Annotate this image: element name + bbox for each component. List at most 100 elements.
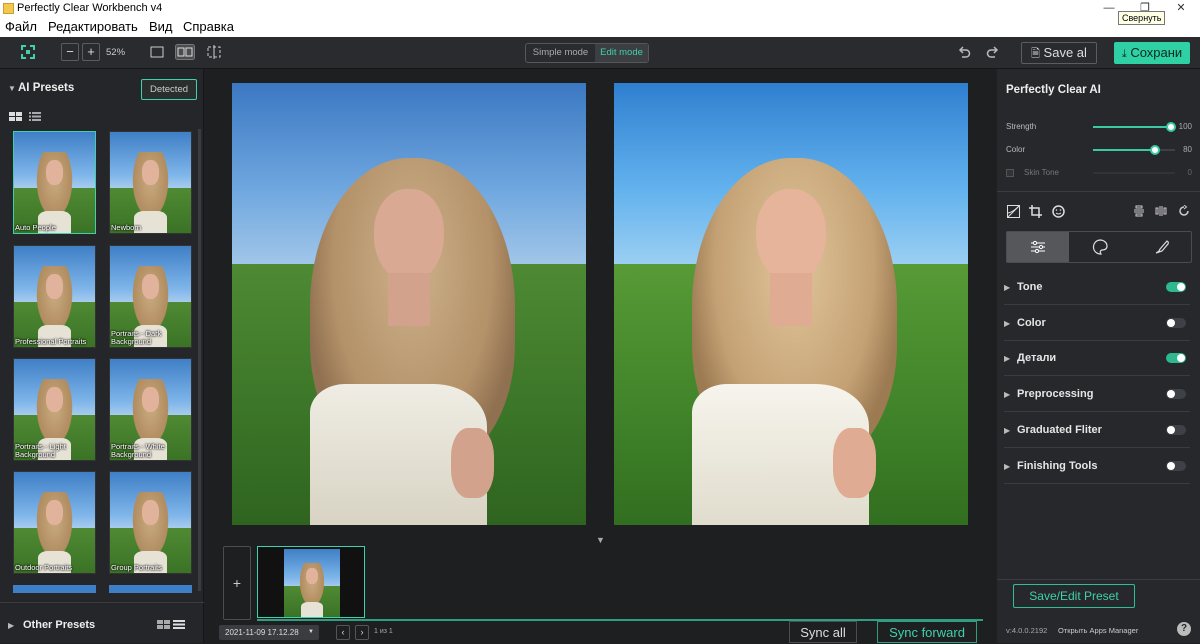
details-toggle[interactable] — [1166, 353, 1186, 363]
sync-all-button[interactable]: Sync all — [789, 621, 857, 643]
sync-forward-button[interactable]: Sync forward — [877, 621, 977, 643]
list-view-icon[interactable] — [29, 112, 41, 121]
grid-view-icon[interactable] — [157, 620, 170, 629]
section-label: Color — [1017, 317, 1046, 329]
save-edit-preset-button[interactable]: Save/Edit Preset — [1013, 584, 1135, 608]
collapse-arrow-icon[interactable]: ▼ — [8, 84, 16, 93]
preset-label: Newborn — [111, 223, 142, 232]
other-presets-title[interactable]: Other Presets — [23, 619, 95, 631]
timestamp: 2021-11-09 17.12.28 — [225, 628, 299, 637]
slider-knob[interactable] — [1150, 145, 1161, 155]
preset-portraits-light[interactable]: Portraits - Light Background — [13, 358, 96, 461]
rotate-icon[interactable] — [1178, 205, 1190, 217]
sort-dropdown[interactable]: 2021-11-09 17.12.28 ▼ — [219, 625, 319, 640]
help-icon[interactable]: ? — [1177, 622, 1191, 636]
section-details[interactable]: ▶ Детали — [1004, 341, 1190, 376]
palette-icon — [1092, 239, 1108, 255]
preview-area: ▼ + 2021-11-09 17.12.28 ▼ ‹ › 1 из 1 Syn… — [205, 69, 996, 643]
adjustment-tabs — [1006, 231, 1192, 263]
menu-view[interactable]: Вид — [149, 19, 173, 34]
skin-tone-slider[interactable]: Skin Tone 0 — [1006, 166, 1192, 180]
crop-icon[interactable] — [1029, 205, 1042, 218]
slider-knob[interactable] — [1165, 122, 1176, 132]
save-all-button[interactable]: 🗎 Save al — [1021, 42, 1097, 64]
section-label: Tone — [1017, 281, 1043, 293]
color-toggle[interactable] — [1166, 318, 1186, 328]
filmstrip-scrollbar[interactable] — [257, 619, 983, 621]
preset-portraits-dark[interactable]: Portraits - Dark Background — [109, 245, 192, 348]
original-photo[interactable] — [232, 83, 586, 525]
flip-horizontal-icon[interactable] — [1155, 205, 1167, 217]
edit-mode-button[interactable]: Edit mode — [595, 44, 648, 62]
expand-arrow-icon: ▶ — [1004, 390, 1011, 399]
preset-group-portraits[interactable]: Group Portraits — [109, 471, 192, 574]
window-title: Perfectly Clear Workbench v4 — [17, 2, 163, 14]
skin-tone-checkbox[interactable] — [1006, 169, 1014, 177]
preset-auto-people[interactable]: Auto People — [13, 131, 96, 234]
redo-icon[interactable] — [986, 46, 1000, 60]
apps-manager-link[interactable]: Открыть Apps Manager — [1058, 626, 1138, 635]
section-finishing-tools[interactable]: ▶ Finishing Tools — [1004, 449, 1190, 484]
slider-label: Skin Tone — [1024, 168, 1059, 177]
preset-newborn[interactable]: Newborn — [109, 131, 192, 234]
simple-mode-button[interactable]: Simple mode — [526, 44, 595, 62]
slider-label: Strength — [1006, 122, 1037, 131]
app-icon — [3, 3, 14, 14]
zoom-out-button[interactable]: − — [61, 43, 79, 61]
add-image-button[interactable]: + — [223, 546, 251, 620]
prev-page-button[interactable]: ‹ — [336, 625, 350, 640]
undo-icon[interactable] — [957, 46, 971, 60]
toolbar: − + 52% Simple mode Edit mode 🗎 Save al … — [0, 37, 1200, 69]
filmstrip-thumbnail[interactable] — [257, 546, 365, 618]
menu-edit[interactable]: Редактировать — [48, 19, 138, 34]
graduated-filter-toggle[interactable] — [1166, 425, 1186, 435]
download-icon: ⤓ — [1121, 48, 1127, 60]
color-slider[interactable]: Color 80 — [1006, 143, 1192, 157]
menu-file[interactable]: Файл — [5, 19, 37, 34]
split-view-icon[interactable] — [175, 44, 195, 60]
enhanced-photo[interactable] — [614, 83, 968, 525]
save-button[interactable]: ⤓ Сохрани — [1114, 42, 1190, 64]
expand-arrow-icon[interactable]: ▶ — [8, 621, 14, 630]
next-page-button[interactable]: › — [355, 625, 369, 640]
flip-vertical-icon[interactable] — [1133, 205, 1145, 217]
section-graduated-filter[interactable]: ▶ Graduated Fliter — [1004, 413, 1190, 448]
grid-view-icon[interactable] — [9, 112, 22, 121]
preset-label: Portraits - White Background — [111, 442, 165, 459]
compare-view-icon[interactable] — [206, 44, 222, 60]
section-tone[interactable]: ▶ Tone — [1004, 270, 1190, 305]
save-all-icon: 🗎 — [1031, 48, 1040, 60]
section-label: Детали — [1017, 352, 1057, 364]
filmstrip-toggle-icon[interactable]: ▼ — [596, 535, 605, 545]
expand-arrow-icon: ▶ — [1004, 283, 1011, 292]
expand-arrow-icon: ▶ — [1004, 462, 1011, 471]
list-view-icon[interactable] — [173, 620, 185, 629]
preset-professional-portraits[interactable]: Professional Portraits — [13, 245, 96, 348]
tab-adjustments[interactable] — [1007, 232, 1069, 262]
single-view-icon[interactable] — [150, 46, 164, 58]
preset-outdoor-portraits[interactable]: Outdoor Portraits — [13, 471, 96, 574]
finishing-tools-toggle[interactable] — [1166, 461, 1186, 471]
ai-presets-title: AI Presets — [18, 82, 75, 94]
section-preprocessing[interactable]: ▶ Preprocessing — [1004, 377, 1190, 412]
crop-frame-icon[interactable] — [20, 44, 36, 60]
face-icon[interactable] — [1052, 205, 1065, 218]
strength-slider[interactable]: Strength 100 — [1006, 120, 1192, 134]
version-label: v:4.0.0.2192 — [1006, 626, 1048, 635]
preset-portraits-white[interactable]: Portraits - White Background — [109, 358, 192, 461]
tab-retouch[interactable] — [1131, 232, 1193, 262]
slider-label: Color — [1006, 145, 1026, 154]
scrollbar[interactable] — [198, 129, 201, 591]
detected-button[interactable]: Detected — [141, 79, 197, 100]
zoom-in-button[interactable]: + — [82, 43, 100, 61]
tab-looks[interactable] — [1069, 232, 1131, 262]
slider-value: 80 — [1183, 145, 1192, 154]
close-button[interactable]: ✕ — [1166, 0, 1196, 18]
save-all-label: Save al — [1043, 45, 1087, 60]
tone-toggle[interactable] — [1166, 282, 1186, 292]
curves-icon[interactable] — [1007, 205, 1020, 218]
menu-help[interactable]: Справка — [183, 19, 234, 34]
preset-label: Professional Portraits — [15, 337, 87, 346]
section-color[interactable]: ▶ Color — [1004, 306, 1190, 341]
preprocessing-toggle[interactable] — [1166, 389, 1186, 399]
